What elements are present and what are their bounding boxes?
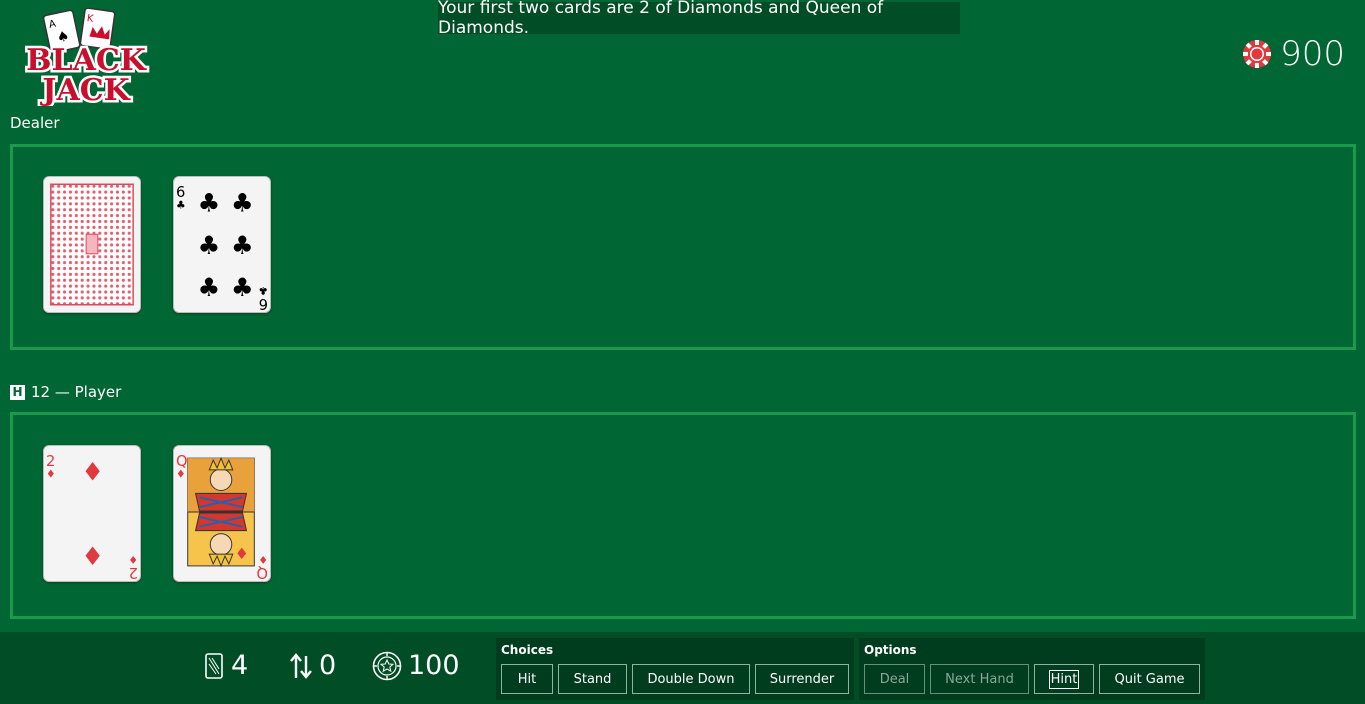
svg-text:♦: ♦ [81, 458, 104, 488]
deck-count: 4 [231, 650, 249, 681]
six-of-clubs: 6 ♣ ♣ ♣ ♣ ♣ ♣ ♣ 6 ♣ [173, 176, 271, 313]
svg-text:♣: ♣ [198, 189, 221, 219]
hint-label: Hint [1048, 669, 1080, 689]
svg-text:♣: ♣ [231, 231, 254, 261]
svg-text:♦: ♦ [258, 553, 268, 566]
dealer-hand-area: 6 ♣ ♣ ♣ ♣ ♣ ♣ ♣ 6 ♣ [10, 144, 1356, 350]
player-label: H 12 — Player [10, 383, 121, 401]
hands-played-stat: 0 [289, 650, 336, 681]
svg-text:♦: ♦ [81, 542, 104, 572]
player-total-label: 12 — Player [31, 383, 122, 401]
choices-title: Choices [501, 643, 554, 657]
svg-text:♣: ♣ [198, 231, 221, 261]
double-down-button[interactable]: Double Down [632, 664, 750, 694]
player-hand-area: 2 ♦ ♦ ♦ 2 ♦ Q ♦ ♦ Q ♦ [10, 412, 1356, 619]
svg-text:♣: ♣ [258, 284, 268, 297]
svg-text:♣: ♣ [176, 199, 186, 212]
hand-badge: H [10, 384, 25, 400]
svg-text:♣: ♣ [198, 273, 221, 303]
stand-button[interactable]: Stand [558, 664, 627, 694]
blackjack-logo: A ♠ K BLACK JACK [10, 7, 162, 111]
dealer-label: Dealer [10, 114, 60, 132]
surrender-button[interactable]: Surrender [755, 664, 849, 694]
svg-text:♦: ♦ [128, 553, 138, 566]
face-down-card [43, 176, 141, 313]
svg-text:♣: ♣ [231, 189, 254, 219]
svg-text:♦: ♦ [46, 468, 56, 481]
deal-button[interactable]: Deal [864, 664, 925, 694]
deck-count-stat: 4 [203, 650, 248, 681]
options-group: Options Deal Next Hand Hint Quit Game [859, 638, 1205, 700]
bet-chip-icon [372, 651, 402, 680]
announcement: Your first two cards are 2 of Diamonds a… [438, 0, 960, 38]
bet-amount-stat: 100 [372, 650, 460, 681]
queen-of-diamonds: Q ♦ ♦ Q ♦ [173, 445, 271, 582]
choices-group: Choices Hit Stand Double Down Surrender [496, 638, 854, 700]
deck-icon [205, 652, 223, 679]
hands-count: 0 [319, 650, 337, 681]
two-of-diamonds: 2 ♦ ♦ ♦ 2 ♦ [43, 445, 141, 582]
hint-button[interactable]: Hint [1034, 664, 1094, 694]
svg-text:♣: ♣ [231, 273, 254, 303]
bet-amount: 100 [408, 650, 460, 681]
svg-text:♦: ♦ [176, 468, 186, 481]
chip-balance: 900 [1242, 34, 1345, 74]
chip-amount: 900 [1280, 34, 1345, 74]
quit-game-button[interactable]: Quit Game [1099, 664, 1200, 694]
poker-chip-icon [1243, 40, 1272, 68]
swap-arrows-icon [290, 652, 312, 679]
options-title: Options [864, 643, 917, 657]
hit-button[interactable]: Hit [501, 664, 553, 694]
svg-text:JACK: JACK [39, 73, 130, 106]
next-hand-button[interactable]: Next Hand [930, 664, 1029, 694]
svg-text:♦: ♦ [235, 544, 249, 563]
